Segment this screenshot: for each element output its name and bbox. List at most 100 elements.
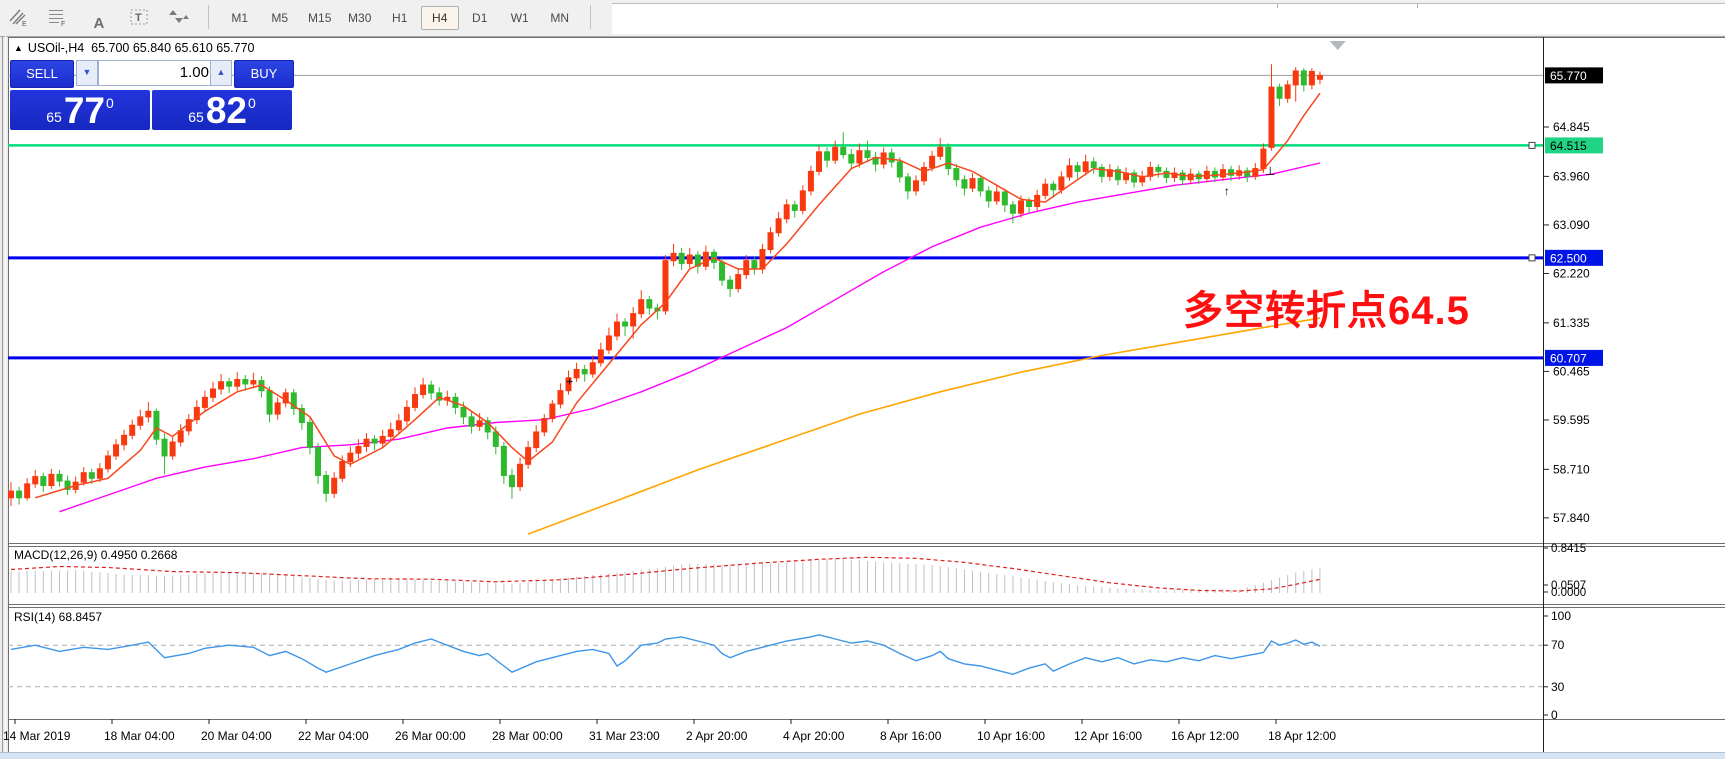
date-axis-label: 10 Apr 16:00: [977, 729, 1045, 743]
candle-body: [1067, 166, 1072, 177]
chart-text-annotation[interactable]: 多空转折点64.5: [1183, 278, 1470, 336]
buy-price-pips: 82: [206, 93, 247, 129]
price-axis-label: 63.090: [1553, 218, 1590, 232]
candle-body: [1083, 162, 1088, 171]
price-axis-label: 63.960: [1553, 169, 1590, 183]
candle-body: [1075, 166, 1080, 172]
candle-body: [582, 369, 587, 373]
candle-body: [720, 262, 725, 280]
candle-body: [1317, 75, 1322, 79]
candle-body: [1059, 177, 1064, 190]
sell-price-display[interactable]: 65 77 0: [10, 90, 150, 130]
candle-body: [1309, 71, 1314, 84]
date-axis-label: 20 Mar 04:00: [201, 729, 272, 743]
price-badge-label: 65.770: [1550, 69, 1587, 83]
rsi-axis-label: 0: [1551, 708, 1558, 722]
candle-body: [9, 491, 14, 498]
buy-button[interactable]: BUY: [234, 60, 294, 88]
candle-body: [170, 442, 175, 456]
candle-body: [954, 169, 959, 180]
hline-handle[interactable]: [1529, 255, 1535, 261]
price-axis-label: 59.595: [1553, 413, 1590, 427]
date-axis-label: 18 Mar 04:00: [104, 729, 175, 743]
price-axis-label: 64.845: [1553, 120, 1590, 134]
candle-body: [946, 147, 951, 168]
candle-body: [978, 179, 983, 191]
rsi-indicator-label: RSI(14) 68.8457: [14, 610, 102, 624]
hline-handle[interactable]: [1529, 142, 1535, 148]
candle-body: [1293, 71, 1298, 85]
collapse-panel-icon[interactable]: ▲: [14, 43, 23, 53]
candle-body: [970, 179, 975, 188]
date-axis-label: 2 Apr 20:00: [686, 729, 748, 743]
candle-body: [380, 436, 385, 443]
candle-body: [97, 469, 102, 478]
volume-input[interactable]: 1.00: [98, 60, 216, 86]
slow-ma-line: [528, 318, 1320, 534]
date-axis-label: 14 Mar 2019: [3, 729, 71, 743]
candle-body: [930, 156, 935, 167]
volume-increase-button[interactable]: ▲: [210, 60, 232, 86]
candle-body: [49, 474, 54, 485]
candle-body: [728, 280, 733, 288]
fast-ma-line: [35, 93, 1320, 498]
candle-body: [81, 473, 86, 482]
candle-body: [623, 322, 628, 326]
candle-body: [501, 446, 506, 475]
candle-body: [1285, 85, 1290, 98]
candle-body: [509, 475, 514, 486]
candle-body: [307, 422, 312, 447]
candle-body: [550, 404, 555, 419]
candle-body: [105, 456, 110, 469]
candle-body: [841, 147, 846, 154]
candle-body: [574, 369, 579, 377]
candle-body: [598, 350, 603, 363]
mid-ma-line: [60, 163, 1321, 512]
candle-body: [57, 474, 62, 481]
buy-price-display[interactable]: 65 82 0: [152, 90, 292, 130]
candle-body: [994, 192, 999, 201]
candle-body: [825, 152, 830, 160]
candle-body: [897, 162, 902, 177]
candle-body: [1027, 201, 1032, 207]
candle-body: [606, 336, 611, 350]
candle-body: [243, 379, 248, 383]
price-axis-label: 61.335: [1553, 316, 1590, 330]
candle-body: [865, 151, 870, 158]
candle-body: [784, 205, 789, 219]
candle-body: [324, 475, 329, 493]
symbol-name: USOil-,H4: [28, 41, 84, 55]
chart-shift-marker-icon[interactable]: [1330, 41, 1346, 50]
candle-body: [639, 300, 644, 314]
candle-body: [1221, 170, 1226, 177]
candle-body: [913, 181, 918, 191]
sell-price-frac: 0: [106, 95, 114, 111]
candle-body: [962, 180, 967, 188]
candle-body: [849, 155, 854, 163]
symbol-ohlc: 65.700 65.840 65.610 65.770: [91, 41, 254, 55]
rsi-axis-label: 30: [1551, 680, 1565, 694]
candle-body: [736, 275, 741, 289]
candle-body: [469, 417, 474, 426]
candle-body: [833, 147, 838, 160]
candle-body: [518, 464, 523, 486]
candle-body: [1002, 192, 1007, 205]
candle-body: [558, 391, 563, 404]
candle-body: [1051, 184, 1056, 190]
price-axis-label: 58.710: [1553, 462, 1590, 476]
candle-body: [1156, 167, 1161, 171]
candle-body: [744, 261, 749, 275]
volume-decrease-button[interactable]: ▼: [76, 60, 98, 86]
candle-body: [792, 205, 797, 211]
sell-button[interactable]: SELL: [10, 60, 74, 88]
candle-body: [631, 314, 636, 326]
candle-body: [922, 167, 927, 180]
rsi-axis-label: 70: [1551, 638, 1565, 652]
candle-body: [17, 491, 22, 498]
candle-body: [413, 395, 418, 408]
candle-body: [316, 448, 321, 476]
candle-body: [130, 425, 135, 435]
candle-body: [202, 397, 207, 407]
sell-price-pips: 77: [64, 93, 105, 129]
candle-body: [671, 253, 676, 260]
